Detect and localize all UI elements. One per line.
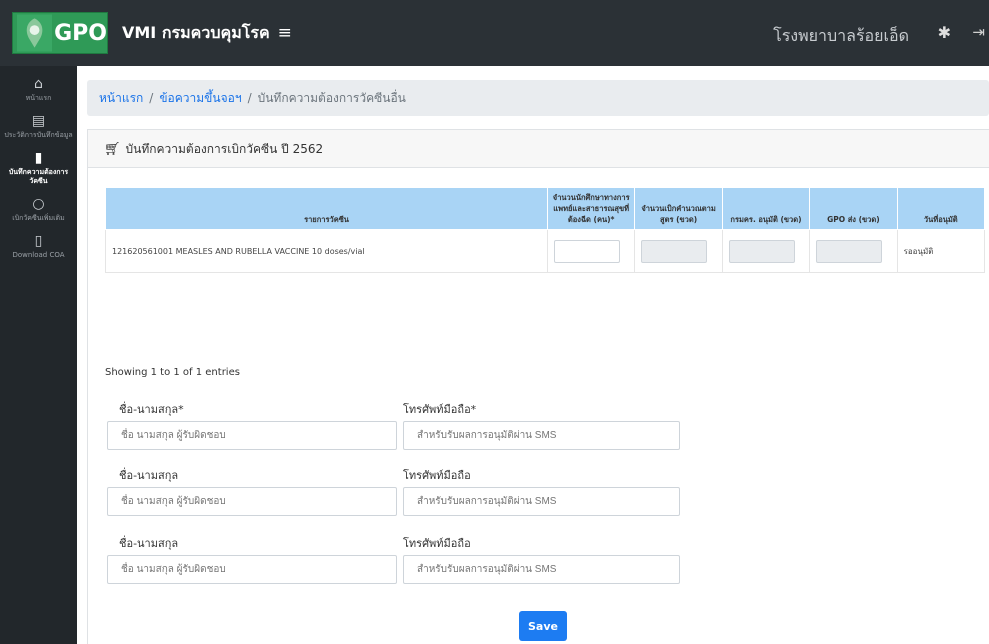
contact-name-label: ชื่อ-นามสกุล* (119, 403, 184, 416)
breadcrumb: หน้าแรก / ข้อความขึ้นจอฯ / บันทึกความต้องการ… (87, 80, 989, 116)
entries-info: Showing 1 to 1 of 1 entries (105, 367, 240, 378)
top-navbar: GPO VMI กรมควบคุมโรค ≡ โรงพยาบาลร้อยเอ็ด… (0, 0, 989, 66)
contact-phone-input[interactable] (403, 421, 680, 450)
column-header-students[interactable]: จำนวนนักศึกษาทางการแพทย์และสาธารณสุขที่ต… (546, 187, 636, 230)
clipboard-icon: ▮ (34, 150, 43, 166)
column-header-approved[interactable]: กรมคร. อนุมัติ (ขวด) (721, 187, 811, 230)
hamburger-icon[interactable]: ≡ (278, 23, 292, 43)
contact-phone-label: โทรศัพท์มือถือ (403, 469, 471, 482)
contact-name-input[interactable] (107, 555, 397, 584)
contact-phone-label: โทรศัพท์มือถือ (403, 537, 471, 550)
contact-name-input[interactable] (107, 421, 397, 450)
column-header-vaccine[interactable]: รายการวัคซีน (105, 187, 548, 230)
column-header-approval-date[interactable]: วันที่อนุมัติ (896, 187, 986, 230)
card-header: 🛒︎ บันทึกความต้องการเบิกวัคซีน ปี 2562 (88, 130, 989, 168)
calculated-field (641, 239, 708, 263)
status-cell: รออนุมัติ (896, 229, 986, 273)
approved-cell (721, 229, 811, 273)
column-header-gpo-sent[interactable]: GPO ส่ง (ขวด) (809, 187, 898, 230)
contact-name-label: ชื่อ-นามสกุล (119, 469, 179, 482)
sidebar-item-label: Download COA (12, 251, 65, 259)
table-header-row: รายการวัคซีน จำนวนนักศึกษาทางการแพทย์และ… (105, 187, 986, 230)
gpo-logo[interactable]: GPO (12, 12, 108, 54)
home-icon: ⌂ (34, 76, 43, 92)
main-content: หน้าแรก / ข้อความขึ้นจอฯ / บันทึกความต้องการ… (77, 66, 989, 644)
gpo-sent-field (816, 239, 883, 263)
sidebar-item-clipboard[interactable]: ▮ บันทึกความต้องการวัคซีน (0, 140, 77, 186)
contact-phone-input[interactable] (403, 487, 680, 516)
contact-name-input[interactable] (107, 487, 397, 516)
gpo-cell (809, 229, 898, 273)
students-input[interactable] (554, 239, 620, 263)
approved-field (728, 239, 795, 263)
vaccine-name-cell: 121620561001 MEASLES AND RUBELLA VACCINE… (105, 229, 548, 273)
cart-icon: 🛒︎ (104, 142, 121, 157)
save-button[interactable]: Save (519, 611, 567, 641)
vaccine-table: รายการวัคซีน จำนวนนักศึกษาทางการแพทย์และ… (105, 187, 986, 273)
circle-icon: ○ (32, 196, 45, 212)
card-title: บันทึกความต้องการเบิกวัคซีน ปี 2562 (125, 142, 324, 156)
logo-text: GPO (54, 20, 107, 46)
breadcrumb-messages-link[interactable]: ข้อความขึ้นจอฯ (159, 91, 241, 105)
sidebar-item-circle[interactable]: ○ เบิกวัคซีนเพิ่มเติม (0, 186, 77, 223)
app-title: VMI กรมควบคุมโรค (122, 22, 270, 42)
sidebar-item-list[interactable]: ▤ ประวัติการบันทึกข้อมูล (0, 103, 77, 140)
students-cell (546, 229, 636, 273)
brand[interactable]: GPO (0, 0, 108, 66)
download-icon: ▯ (34, 233, 43, 249)
sidebar-item-label: หน้าแรก (25, 94, 52, 102)
breadcrumb-home-link[interactable]: หน้าแรก (99, 91, 143, 105)
contact-phone-label: โทรศัพท์มือถือ* (403, 403, 477, 416)
sidebar-item-label: บันทึกความต้องการวัคซีน (8, 168, 69, 185)
sidebar-item-download[interactable]: ▯ Download COA (0, 223, 77, 260)
breadcrumb-current: บันทึกความต้องการวัคซีนอื่น (257, 91, 406, 105)
sidebar: ⌂ หน้าแรก ▤ ประวัติการบันทึกข้อมูล ▮ บันทึกคว… (0, 66, 77, 644)
list-icon: ▤ (31, 113, 46, 129)
gear-icon[interactable]: ✱ (938, 23, 951, 42)
table-row: 121620561001 MEASLES AND RUBELLA VACCINE… (105, 229, 986, 273)
gpo-emblem-icon (17, 14, 53, 52)
sidebar-item-label: เบิกวัคซีนเพิ่มเติม (12, 214, 65, 222)
sidebar-item-label: ประวัติการบันทึกข้อมูล (4, 131, 73, 139)
column-header-calculated[interactable]: จำนวนเบิกคำนวณตามสูตร (ขวด) (634, 187, 723, 230)
contact-name-label: ชื่อ-นามสกุล (119, 537, 179, 550)
hospital-name: โรงพยาบาลร้อยเอ็ด (773, 26, 909, 45)
sidebar-item-home[interactable]: ⌂ หน้าแรก (0, 66, 77, 103)
contact-phone-input[interactable] (403, 555, 680, 584)
calc-cell (634, 229, 723, 273)
logout-icon[interactable]: ⇥ (972, 23, 985, 41)
